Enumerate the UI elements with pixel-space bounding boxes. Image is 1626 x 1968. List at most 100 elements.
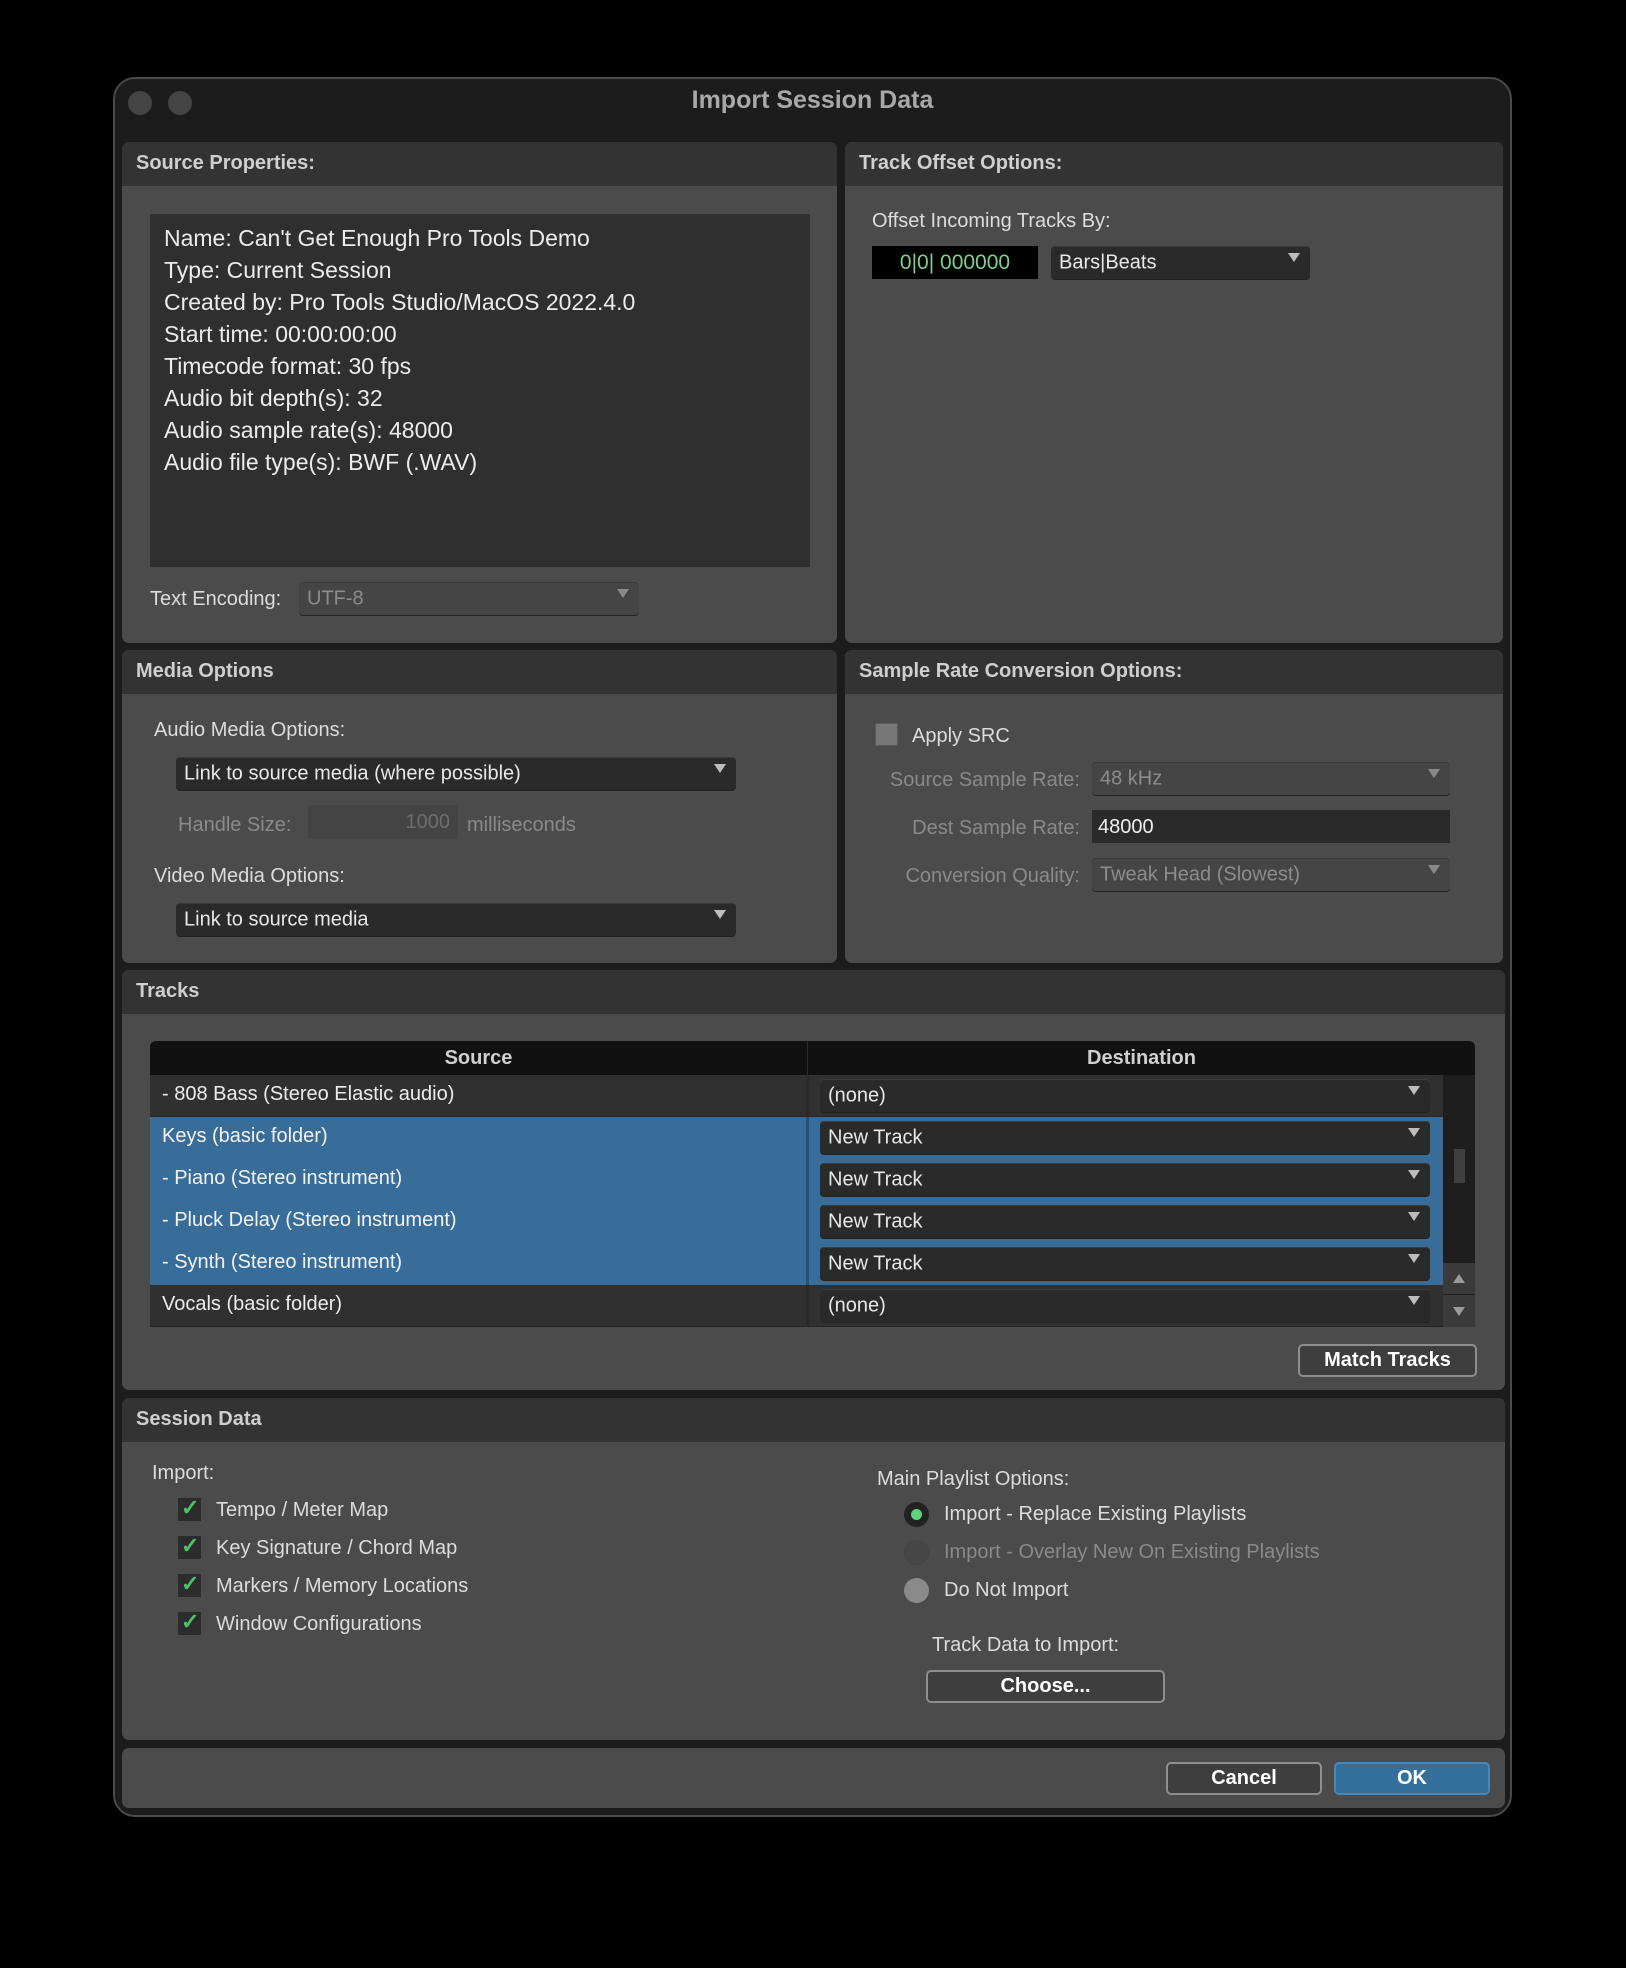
text-encoding-dropdown[interactable]: UTF-8 [299, 582, 639, 615]
track-destination-dropdown[interactable]: New Track [820, 1121, 1430, 1154]
conversion-quality-value: Tweak Head (Slowest) [1100, 863, 1301, 885]
track-destination-dropdown[interactable]: New Track [820, 1163, 1430, 1196]
ok-button[interactable]: OK [1334, 1762, 1490, 1795]
column-header-destination[interactable]: Destination [808, 1041, 1475, 1075]
scrollbar-thumb[interactable] [1454, 1149, 1465, 1183]
video-media-label: Video Media Options: [154, 865, 345, 887]
apply-src-label: Apply SRC [912, 725, 1010, 747]
source-properties-panel: Source Properties: Name: Can't Get Enoug… [122, 142, 837, 643]
src-options-panel: Sample Rate Conversion Options: Apply SR… [845, 650, 1503, 963]
property-line: Start time: 00:00:00:00 [164, 321, 397, 347]
chevron-down-icon [1408, 1254, 1420, 1263]
column-divider [806, 1117, 809, 1159]
chevron-down-icon [1428, 865, 1440, 874]
chevron-down-icon [1408, 1128, 1420, 1137]
chevron-down-icon [714, 910, 726, 919]
import-item-label: Markers / Memory Locations [216, 1575, 469, 1597]
video-media-dropdown[interactable]: Link to source media [176, 903, 736, 936]
apply-src-checkbox[interactable] [875, 723, 898, 746]
handle-size-unit: milliseconds [467, 814, 576, 836]
column-divider [806, 1285, 809, 1326]
handle-size-value: 1000 [405, 811, 451, 833]
import-item-label: Key Signature / Chord Map [216, 1537, 458, 1559]
playlist-option-radio[interactable] [904, 1578, 929, 1603]
column-divider [806, 1075, 809, 1116]
track-destination-value: New Track [828, 1126, 923, 1148]
import-checkbox[interactable]: ✓ [178, 1533, 201, 1559]
conversion-quality-dropdown[interactable]: Tweak Head (Slowest) [1092, 858, 1450, 891]
tracks-rows: - 808 Bass (Stereo Elastic audio) (none) K… [150, 1075, 1443, 1327]
arrow-up-icon [1453, 1274, 1465, 1283]
match-tracks-button[interactable]: Match Tracks [1298, 1344, 1477, 1377]
column-divider [806, 1201, 809, 1243]
import-checkbox[interactable]: ✓ [178, 1495, 201, 1521]
audio-media-dropdown[interactable]: Link to source media (where possible) [176, 757, 736, 790]
import-checkbox[interactable]: ✓ [178, 1609, 201, 1635]
choose-button[interactable]: Choose... [926, 1670, 1165, 1703]
tracks-table: Source Destination - 808 Bass (Stereo El… [150, 1041, 1475, 1327]
checkmark-icon: ✓ [181, 1571, 200, 1596]
cancel-button[interactable]: Cancel [1166, 1762, 1322, 1795]
track-offset-panel: Track Offset Options: Offset Incoming Tr… [845, 142, 1503, 643]
import-item-label: Window Configurations [216, 1613, 422, 1635]
offset-unit-dropdown[interactable]: Bars|Beats [1051, 246, 1310, 279]
table-row[interactable]: Keys (basic folder) New Track [150, 1117, 1443, 1159]
playlist-option-radio[interactable] [904, 1502, 929, 1527]
playlist-option-label: Do Not Import [944, 1579, 1069, 1601]
track-destination-dropdown[interactable]: (none) [820, 1289, 1430, 1322]
track-destination-dropdown[interactable]: New Track [820, 1247, 1430, 1280]
panel-header: Track Offset Options: [845, 142, 1503, 186]
track-destination-dropdown[interactable]: (none) [820, 1079, 1430, 1112]
source-rate-value: 48 kHz [1100, 767, 1163, 789]
track-source-name: - Pluck Delay (Stereo instrument) [162, 1209, 457, 1231]
tracks-title: Tracks [136, 980, 200, 1002]
column-header-source[interactable]: Source [150, 1041, 808, 1075]
track-offset-title: Track Offset Options: [859, 152, 1063, 174]
column-divider [806, 1243, 809, 1285]
dest-rate-value: 48000 [1098, 816, 1154, 838]
table-row[interactable]: - Pluck Delay (Stereo instrument) New Tra… [150, 1201, 1443, 1243]
chevron-down-icon [1408, 1212, 1420, 1221]
track-destination-value: New Track [828, 1210, 923, 1232]
text-encoding-label: Text Encoding: [150, 588, 282, 610]
table-row[interactable]: - Piano (Stereo instrument) New Track [150, 1159, 1443, 1201]
property-line: Created by: Pro Tools Studio/MacOS 2022.… [164, 289, 636, 315]
handle-size-field[interactable]: 1000 [308, 805, 458, 839]
table-row[interactable]: - 808 Bass (Stereo Elastic audio) (none) [150, 1075, 1443, 1117]
import-checkbox[interactable]: ✓ [178, 1571, 201, 1597]
tracks-scrollbar[interactable] [1443, 1075, 1475, 1327]
track-data-label: Track Data to Import: [932, 1634, 1120, 1656]
playlist-option-label: Import - Overlay New On Existing Playlis… [944, 1541, 1320, 1563]
media-options-title: Media Options [136, 660, 274, 682]
dialog-title: Import Session Data [691, 86, 934, 114]
source-properties-title: Source Properties: [136, 152, 315, 174]
scroll-down-button[interactable] [1443, 1295, 1475, 1327]
tracks-panel: Tracks Source Destination - 808 Bass (St… [122, 970, 1505, 1390]
dest-rate-field[interactable]: 48000 [1092, 810, 1450, 843]
session-data-title: Session Data [136, 1408, 262, 1430]
dest-rate-label: Dest Sample Rate: [912, 817, 1080, 839]
scroll-up-button[interactable] [1443, 1263, 1475, 1295]
property-line: Timecode format: 30 fps [164, 353, 412, 379]
chevron-down-icon [617, 589, 629, 598]
chevron-down-icon [1428, 769, 1440, 778]
source-rate-dropdown[interactable]: 48 kHz [1092, 762, 1450, 795]
property-line: Name: Can't Get Enough Pro Tools Demo [164, 225, 590, 251]
panel-header: Source Properties: [122, 142, 837, 186]
handle-size-label: Handle Size: [178, 814, 292, 836]
arrow-down-icon [1453, 1307, 1465, 1316]
offset-timecode-field[interactable]: 0|0| 000000 [872, 246, 1038, 279]
source-properties-text[interactable]: Name: Can't Get Enough Pro Tools Demo Ty… [150, 214, 810, 567]
conversion-quality-label: Conversion Quality: [905, 865, 1080, 887]
source-rate-label: Source Sample Rate: [889, 769, 1080, 791]
property-line: Audio sample rate(s): 48000 [164, 417, 453, 443]
track-destination-dropdown[interactable]: New Track [820, 1205, 1430, 1238]
audio-media-value: Link to source media (where possible) [184, 762, 521, 784]
chevron-down-icon [1408, 1086, 1420, 1095]
table-row[interactable]: Vocals (basic folder) (none) [150, 1285, 1443, 1327]
track-source-name: Keys (basic folder) [162, 1125, 328, 1147]
table-row[interactable]: - Synth (Stereo instrument) New Track [150, 1243, 1443, 1285]
chevron-down-icon [1288, 253, 1300, 262]
track-destination-value: New Track [828, 1168, 923, 1190]
import-item-label: Tempo / Meter Map [216, 1499, 389, 1521]
